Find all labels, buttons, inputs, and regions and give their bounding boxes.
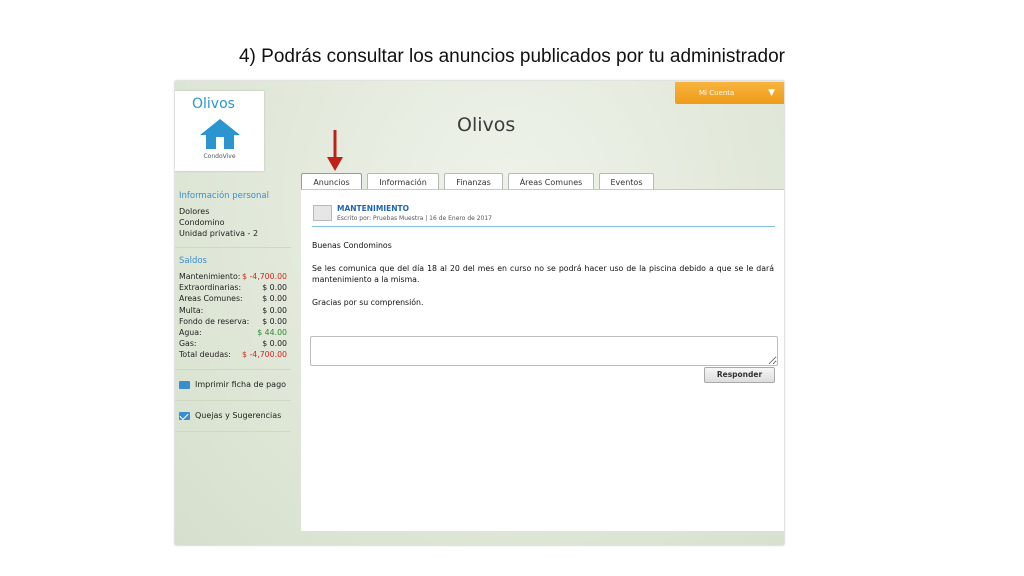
- balance-label: Gas:: [179, 339, 197, 349]
- balance-label: Fondo de reserva:: [179, 316, 250, 326]
- balance-row: Agua: $ 44.00: [179, 327, 287, 338]
- balance-row: Total deudas: $ -4,700.00: [179, 349, 287, 360]
- post-greeting: Buenas Condominos: [312, 241, 392, 250]
- balance-value: $ 0.00: [262, 283, 287, 293]
- announcements-panel: MANTENIMIENTO Escrito por: Pruebas Muest…: [301, 189, 784, 531]
- account-menu-label: Mi Cuenta: [699, 89, 735, 97]
- post-divider: [312, 226, 775, 227]
- balance-row: Mantenimiento: $ -4,700.00: [179, 271, 287, 282]
- house-icon: [200, 119, 240, 149]
- balance-value: $ 0.00: [262, 316, 287, 326]
- tab-informacion[interactable]: Información: [367, 173, 439, 190]
- user-unit: Unidad privativa - 2: [179, 229, 259, 238]
- reply-button[interactable]: Responder: [704, 367, 775, 383]
- balance-label: Mantenimiento:: [179, 272, 241, 281]
- post-body: Se les comunica que del día 18 al 20 del…: [312, 264, 774, 284]
- balance-value: $ 0.00: [262, 339, 287, 349]
- tab-areas-comunes[interactable]: Áreas Comunes: [508, 173, 594, 190]
- complaints-link[interactable]: Quejas y Sugerencias: [179, 409, 287, 423]
- envelope-icon: [179, 411, 190, 420]
- post-closing: Gracias por su comprensión.: [312, 298, 424, 307]
- balance-value: $ 0.00: [262, 294, 287, 304]
- personal-info-title: Información personal: [179, 191, 269, 201]
- red-arrow-annotation: [327, 130, 343, 171]
- balance-label: Total deudas:: [179, 350, 231, 360]
- post-meta: Escrito por: Pruebas Muestra | 16 de Ene…: [337, 215, 492, 222]
- balance-label: Areas Comunes:: [179, 294, 243, 304]
- app-title: Olivos: [457, 114, 516, 136]
- sidebar-divider: [175, 247, 291, 248]
- caret-down-icon: ▼: [768, 88, 775, 98]
- document-icon: [313, 205, 332, 221]
- sidebar-divider: [175, 368, 291, 370]
- balance-label: Agua:: [179, 328, 202, 338]
- logo-subtitle: CondoVive: [203, 153, 236, 160]
- printer-icon: [179, 380, 190, 389]
- balance-label: Multa:: [179, 305, 204, 315]
- sidebar: Información personal Dolores Condomino U…: [175, 191, 291, 440]
- logo-name: Olivos: [192, 96, 235, 112]
- sidebar-divider: [175, 399, 291, 401]
- tab-finanzas[interactable]: Finanzas: [444, 173, 503, 190]
- balance-value: $ 0.00: [262, 305, 287, 315]
- account-menu-button[interactable]: Mi Cuenta ▼: [675, 82, 784, 104]
- sidebar-divider: [175, 430, 291, 432]
- slide-title: 4) Podrás consultar los anuncios publica…: [238, 46, 786, 67]
- app-window: Mi Cuenta ▼ Olivos CondoVive Olivos Info…: [175, 81, 784, 545]
- logo[interactable]: Olivos CondoVive: [175, 91, 264, 171]
- tab-eventos[interactable]: Eventos: [599, 173, 654, 190]
- user-role: Condomino: [179, 218, 225, 227]
- balance-value: $ -4,700.00: [242, 350, 287, 360]
- balance-row: Fondo de reserva: $ 0.00: [179, 316, 287, 327]
- balance-row: Gas: $ 0.00: [179, 338, 287, 349]
- print-payment-label: Imprimir ficha de pago: [195, 379, 287, 389]
- balance-row: Extraordinarias: $ 0.00: [179, 282, 287, 293]
- balance-label: Extraordinarias:: [179, 283, 242, 293]
- balance-value: $ 44.00: [257, 328, 287, 338]
- balances-title: Saldos: [179, 256, 207, 266]
- complaints-label: Quejas y Sugerencias: [195, 410, 282, 420]
- reply-textarea[interactable]: [310, 336, 778, 366]
- print-payment-link[interactable]: Imprimir ficha de pago: [179, 378, 287, 392]
- balance-row: Areas Comunes: $ 0.00: [179, 293, 287, 304]
- balance-row: Multa: $ 0.00: [179, 305, 287, 316]
- balance-value: $ -4,700.00: [242, 272, 287, 281]
- post-title[interactable]: MANTENIMIENTO: [337, 204, 409, 213]
- user-name: Dolores: [179, 207, 210, 216]
